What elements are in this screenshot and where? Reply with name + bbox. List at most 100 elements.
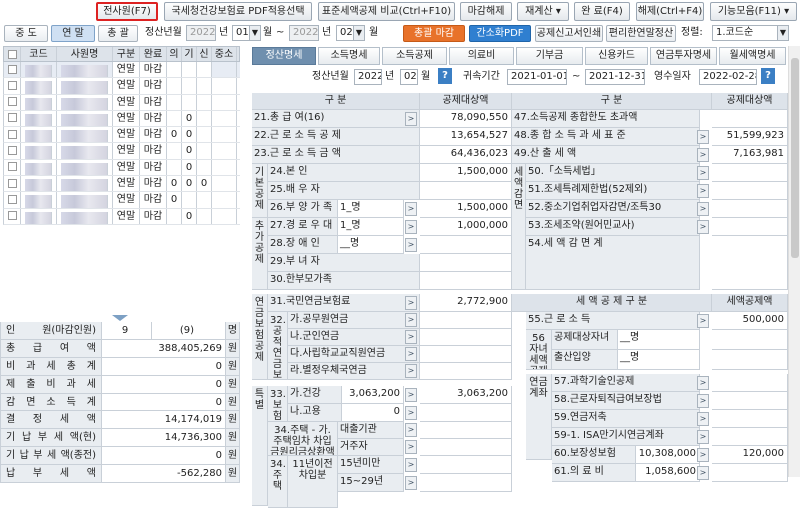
detail-arrow-icon[interactable]: > [697, 166, 709, 180]
close-release-button[interactable]: 마감해제 [460, 2, 512, 21]
attr-from-input[interactable]: 2021-01-01 [507, 69, 567, 85]
tab-1[interactable]: 소득명세 [318, 47, 380, 65]
tab-6[interactable]: 연금투자명세 [650, 47, 717, 65]
scroll-thumb[interactable] [791, 58, 799, 258]
functions-button[interactable]: 기능모음(F11) ▾ [710, 2, 797, 21]
table-row[interactable]: 연말 마감 0 0 0 [3, 176, 240, 193]
row-checkbox[interactable] [4, 62, 21, 78]
table-row[interactable]: 연말 마감 0 0 [3, 127, 240, 144]
detail-month-input[interactable]: 02 [400, 69, 418, 85]
tab-5[interactable]: 신용카드 [585, 47, 648, 65]
count-cell[interactable]: 1_명 [338, 200, 404, 218]
detail-arrow-icon[interactable]: > [697, 220, 709, 234]
detail-arrow-icon[interactable]: > [697, 430, 709, 444]
detail-arrow-icon[interactable]: > [697, 412, 709, 426]
detail-arrow-icon[interactable]: > [405, 313, 417, 327]
table-row[interactable]: 연말 마감 0 [3, 208, 240, 225]
chevron-down-icon[interactable]: ▼ [353, 25, 365, 41]
to-month-input[interactable]: 02 [336, 25, 354, 41]
detail-arrow-icon[interactable]: > [405, 330, 417, 344]
print-report-button[interactable]: 공제신고서인쇄 [535, 25, 603, 42]
row-checkbox[interactable] [4, 127, 21, 143]
chevron-down-icon[interactable]: ▼ [249, 25, 261, 41]
select-all-checkbox[interactable] [4, 47, 21, 61]
detail-arrow-icon[interactable]: > [697, 448, 709, 462]
detail-arrow-icon[interactable]: > [697, 202, 709, 216]
total-button[interactable]: 총 괄 [98, 25, 138, 42]
row-checkbox[interactable] [4, 176, 21, 192]
detail-arrow-icon[interactable]: > [697, 148, 709, 162]
detail-arrow-icon[interactable]: > [405, 423, 417, 437]
detail-arrow-icon[interactable]: > [697, 184, 709, 198]
detail-year-input[interactable]: 2022 [354, 69, 382, 85]
row-amount: 1,000,000 [420, 218, 512, 236]
splitter-handle[interactable] [112, 315, 128, 321]
count-cell[interactable]: __명 [338, 236, 404, 254]
detail-arrow-icon[interactable]: > [697, 314, 709, 328]
to-year-input[interactable]: 2022 [289, 25, 319, 41]
detail-arrow-icon[interactable]: > [697, 376, 709, 390]
detail-arrow-icon[interactable]: > [405, 388, 417, 402]
insurance-input[interactable]: 3,063,200 [342, 386, 404, 404]
table-row[interactable]: 연말 마감 [3, 78, 240, 95]
insurance-input[interactable]: 0 [342, 404, 404, 422]
all-staff-button[interactable]: 전사원(F7) [96, 2, 158, 21]
recalc-button[interactable]: 재계산 ▾ [517, 2, 569, 21]
complete-button[interactable]: 완 료(F4) [574, 2, 630, 21]
detail-arrow-icon[interactable]: > [405, 406, 417, 420]
from-year-input[interactable]: 2022 [186, 25, 216, 41]
detail-arrow-icon[interactable]: > [405, 112, 417, 126]
tab-2[interactable]: 소득공제 [382, 47, 447, 65]
table-row[interactable]: 연말 마감 0 [3, 143, 240, 160]
detail-arrow-icon[interactable]: > [405, 476, 417, 490]
detail-arrow-icon[interactable]: > [697, 394, 709, 408]
help-icon[interactable]: ? [438, 68, 452, 84]
sort-select[interactable]: 1.코드순 [712, 25, 778, 41]
row-checkbox[interactable] [4, 143, 21, 159]
detail-arrow-icon[interactable]: > [405, 440, 417, 454]
detail-arrow-icon[interactable]: > [405, 238, 417, 252]
cancel-button[interactable]: 해제(Ctrl+F4) [636, 2, 704, 21]
table-row[interactable]: 연말 마감 [3, 94, 240, 111]
nts-pdf-button[interactable]: 국세청건강보험료 PDF적용선택 [164, 2, 312, 21]
row-checkbox[interactable] [4, 78, 21, 94]
row-checkbox[interactable] [4, 159, 21, 176]
chevron-down-icon[interactable]: ▼ [777, 25, 789, 41]
detail-arrow-icon[interactable]: > [405, 220, 417, 234]
year-end-button[interactable]: 연 말 [51, 25, 95, 42]
mid-year-button[interactable]: 중 도 [4, 25, 48, 42]
tab-4[interactable]: 기부금 [516, 47, 583, 65]
detail-arrow-icon[interactable]: > [697, 466, 709, 480]
detail-arrow-icon[interactable]: > [405, 458, 417, 472]
tab-0[interactable]: 정산명세 [252, 47, 316, 65]
from-month-input[interactable]: 01 [232, 25, 250, 41]
table-row[interactable]: 연말 마감 [3, 62, 240, 79]
attr-to-input[interactable]: 2021-12-31 [585, 69, 645, 85]
count-cell[interactable]: 1_명 [338, 218, 404, 236]
row-checkbox[interactable] [4, 110, 21, 127]
premium-input[interactable]: 10,308,000 [636, 446, 700, 464]
count-cell[interactable]: __명 [618, 330, 700, 350]
count-cell[interactable]: __명 [618, 350, 700, 370]
row-checkbox[interactable] [4, 94, 21, 110]
pay-check-button[interactable]: 편리한연말정산 [606, 25, 676, 42]
detail-arrow-icon[interactable]: > [405, 202, 417, 216]
row-checkbox[interactable] [4, 192, 21, 208]
detail-arrow-icon[interactable]: > [405, 296, 417, 310]
tab-7[interactable]: 월세액명세 [719, 47, 786, 65]
row-checkbox[interactable] [4, 208, 21, 224]
receipt-date-input[interactable]: 2022-02-28 [699, 69, 757, 85]
medical-input[interactable]: 1,058,600 [636, 464, 700, 482]
detail-arrow-icon[interactable]: > [405, 364, 417, 378]
tab-3[interactable]: 의료비 [449, 47, 514, 65]
help-icon[interactable]: ? [761, 68, 775, 84]
detail-arrow-icon[interactable]: > [697, 130, 709, 144]
vertical-scrollbar[interactable] [788, 46, 800, 477]
table-row[interactable]: 연말 마감 0 [3, 192, 240, 209]
table-row[interactable]: 연말 마감 0 [3, 110, 240, 128]
table-row[interactable]: 연말 마감 0 [3, 159, 240, 177]
simplified-pdf-button[interactable]: 간소화PDF [469, 25, 531, 42]
std-compare-button[interactable]: 표준세액공제 비교(Ctrl+F10) [318, 2, 455, 21]
total-close-badge[interactable]: 총괄 마감 [403, 25, 465, 42]
detail-arrow-icon[interactable]: > [405, 347, 417, 361]
